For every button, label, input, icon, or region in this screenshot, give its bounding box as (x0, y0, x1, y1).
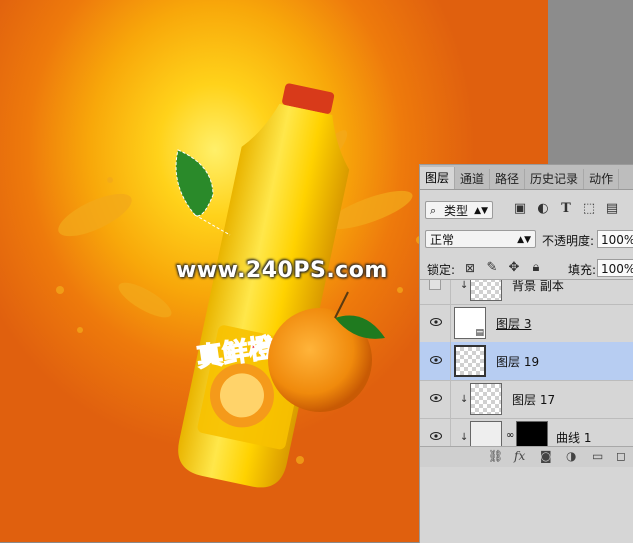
divider (450, 280, 451, 304)
lock-label: 锁定: (427, 263, 456, 277)
smart-object-badge-icon: ▤ (475, 328, 484, 338)
layer-thumbnail (470, 383, 502, 415)
search-icon: ⌕ (430, 204, 437, 217)
lock-position-icon[interactable]: ✥ (506, 260, 522, 276)
layer-name[interactable]: 背景 副本 (512, 280, 564, 294)
eye-icon[interactable] (430, 355, 442, 365)
add-mask-icon[interactable]: ◙ (540, 449, 552, 463)
opacity-label: 不透明度: (542, 234, 595, 248)
tab-actions[interactable]: 动作 (584, 169, 620, 189)
tab-layers[interactable]: 图层 (420, 167, 456, 189)
layers-panel: 图层 通道 路径 历史记录 动作 ⌕ 类型 ▲▼ ▣ ◐ T ⬚ ▤ 正常 ▲▼… (419, 164, 633, 543)
tab-paths[interactable]: 路径 (490, 169, 526, 189)
link-icon: ∞ (506, 430, 515, 441)
layer-thumbnail: ▤ (454, 307, 486, 339)
layer-row-background-copy[interactable]: ↓ 背景 副本 (420, 280, 633, 305)
clipping-arrow-icon: ↓ (460, 394, 469, 405)
adjustment-layer-icon[interactable]: ◑ (566, 449, 576, 463)
chevron-down-icon: ▲▼ (474, 206, 488, 216)
layer-row-layer-17[interactable]: ↓ 图层 17 (420, 380, 633, 419)
tab-channels[interactable]: 通道 (455, 169, 491, 189)
fx-icon[interactable]: fx (514, 449, 525, 463)
eye-icon[interactable] (430, 317, 442, 327)
lock-all-icon[interactable]: 🔒︎ (528, 260, 544, 276)
blend-mode-select[interactable]: 正常 ▲▼ (425, 230, 536, 248)
opacity-input[interactable]: 100% (597, 230, 633, 248)
filter-label: 类型 (444, 204, 469, 218)
new-layer-icon[interactable]: ◻ (616, 449, 626, 463)
layer-thumbnail (454, 345, 486, 377)
panel-tabs: 图层 通道 路径 历史记录 动作 (420, 165, 633, 190)
type-filter-icon[interactable]: T (558, 201, 574, 217)
eye-icon[interactable] (430, 393, 442, 403)
image-filter-icon[interactable]: ▣ (512, 201, 528, 217)
eye-icon[interactable] (430, 431, 442, 441)
fill-input[interactable]: 100% (597, 259, 633, 277)
layer-filter-select[interactable]: ⌕ 类型 ▲▼ (425, 201, 493, 219)
lock-transparent-pixels-icon[interactable]: ⊠ (462, 260, 478, 276)
layer-row-layer-3[interactable]: ▤ 图层 3 (420, 304, 633, 343)
juice-bottle (178, 83, 350, 488)
panel-footer: ⛓︎ fx ◙ ◑ ▭ ◻ (420, 446, 633, 467)
watermark: www.240PS.com (176, 258, 388, 283)
link-layers-icon[interactable]: ⛓︎ (488, 449, 503, 463)
layer-thumbnail (470, 280, 502, 301)
clipping-arrow-icon: ↓ (460, 280, 469, 291)
shape-filter-icon[interactable]: ⬚ (581, 201, 597, 217)
layer-row-layer-19[interactable]: 图层 19 (420, 342, 633, 381)
adjustment-filter-icon[interactable]: ◐ (535, 201, 551, 217)
fill-label: 填充: (568, 263, 597, 277)
folder-icon[interactable]: ▭ (592, 449, 603, 463)
layer-name[interactable]: 图层 19 (496, 353, 539, 370)
layer-name[interactable]: 曲线 1 (556, 429, 591, 446)
divider (450, 342, 451, 380)
leaf-selection (175, 149, 231, 236)
chevron-down-icon: ▲▼ (517, 235, 531, 245)
lock-image-pixels-icon[interactable]: ✎ (484, 260, 500, 276)
divider (450, 380, 451, 418)
tab-history[interactable]: 历史记录 (525, 169, 585, 189)
layer-name[interactable]: 图层 17 (512, 391, 555, 408)
visibility-toggle[interactable] (429, 280, 441, 290)
layers-list: ↓ 背景 副本 ▤ 图层 3 图层 19 ↓ 图层 17 ↓ ∞ 曲线 1 (420, 279, 633, 450)
smart-object-filter-icon[interactable]: ▤ (604, 201, 620, 217)
clipping-arrow-icon: ↓ (460, 432, 469, 443)
blend-mode-value: 正常 (430, 233, 455, 247)
divider (450, 304, 451, 342)
layer-name[interactable]: 图层 3 (496, 315, 531, 332)
